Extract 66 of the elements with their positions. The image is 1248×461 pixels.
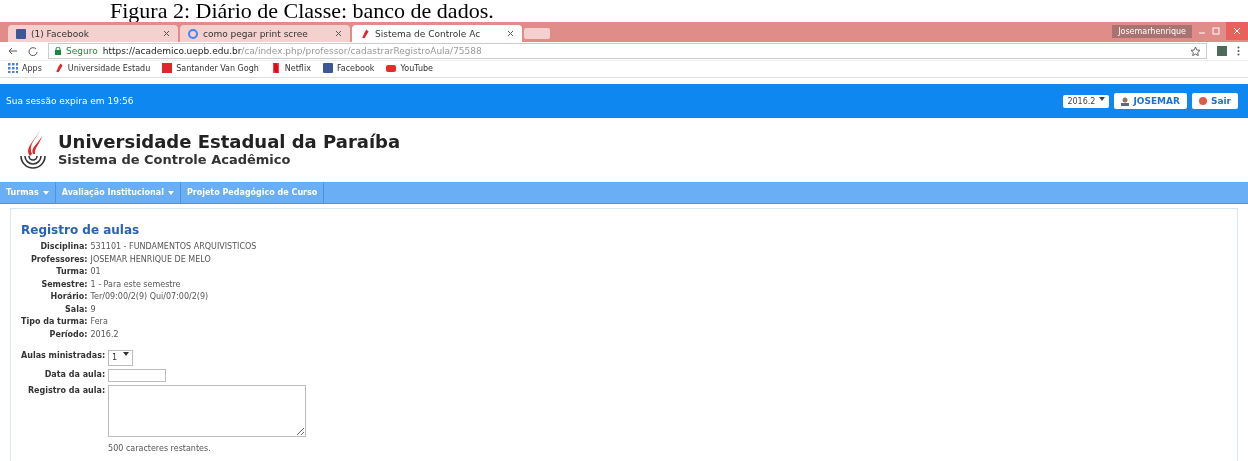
more-icon[interactable] bbox=[1237, 46, 1240, 56]
close-icon[interactable] bbox=[163, 30, 170, 37]
grid-icon bbox=[8, 63, 18, 73]
detail-label: Período: bbox=[49, 328, 88, 340]
caret-icon bbox=[167, 190, 174, 195]
detail-label: Professores: bbox=[30, 253, 88, 265]
date-field[interactable] bbox=[108, 368, 167, 382]
bookmark-link[interactable]: Apps bbox=[8, 63, 42, 73]
logo-icon bbox=[162, 63, 173, 73]
square-icon bbox=[322, 63, 333, 73]
detail-label: Horário: bbox=[50, 291, 88, 303]
lessons-select[interactable]: 1 bbox=[108, 350, 134, 366]
session-text: Sua sessão expira em 19:56 bbox=[6, 96, 135, 106]
detail-label: Turma: bbox=[56, 266, 88, 278]
period-select[interactable]: 2016.2 bbox=[1063, 94, 1110, 108]
logout-button[interactable]: Sair bbox=[1191, 93, 1238, 109]
detail-label: Tipo da turma: bbox=[21, 316, 88, 328]
logo-icon bbox=[53, 63, 64, 73]
detail-value: Fera bbox=[90, 316, 108, 328]
user-button[interactable]: JOSEMAR bbox=[1114, 93, 1187, 109]
profile-name[interactable]: Josemarhenrique bbox=[1112, 24, 1192, 38]
bookmark-link[interactable]: Santander Van Gogh bbox=[162, 63, 259, 73]
form-label: Data da aula: bbox=[44, 368, 106, 380]
detail-value: JOSEMAR HENRIQUE DE MELO bbox=[90, 253, 211, 265]
browser-tab[interactable]: como pegar print scree bbox=[180, 25, 350, 42]
square-icon bbox=[16, 28, 26, 39]
back-icon[interactable] bbox=[8, 46, 18, 56]
address-bar[interactable]: Seguro https://academico.uepb.edu.br/ca/index.php/professor/cadastrarRegistroAula/75588 bbox=[48, 43, 1207, 59]
form-label: Aulas ministradas: bbox=[21, 350, 106, 362]
close-icon[interactable] bbox=[1226, 22, 1248, 40]
detail-label: Semestre: bbox=[41, 278, 88, 290]
detail-value: 01 bbox=[90, 266, 101, 278]
figure-caption: Figura 2: Diário de Classe: banco de dados. bbox=[109, 0, 495, 22]
browser-tab[interactable]: Sistema de Controle Ac bbox=[352, 25, 522, 42]
detail-value: 1 - Para este semestre bbox=[90, 278, 181, 290]
detail-value: 9 bbox=[90, 303, 96, 315]
detail-value: Ter/09:00/2(9) Qui/07:00/2(9) bbox=[90, 291, 209, 303]
detail-value: 2016.2 bbox=[90, 328, 119, 340]
reload-icon[interactable] bbox=[28, 46, 38, 56]
bookmark-link[interactable]: YouTube bbox=[386, 63, 433, 73]
caret-icon bbox=[42, 190, 49, 195]
detail-value: 531101 - FUNDAMENTOS ARQUIVISTICOS bbox=[90, 241, 257, 253]
secure-label: Seguro bbox=[66, 46, 98, 56]
lock-icon bbox=[55, 47, 61, 55]
user-icon bbox=[1121, 96, 1130, 106]
logo-icon bbox=[360, 28, 370, 39]
browser-tab[interactable]: (1) Facebook bbox=[8, 25, 178, 42]
close-icon[interactable] bbox=[335, 30, 342, 37]
university-title: Universidade Estadual da Paraíba bbox=[58, 131, 401, 152]
star-icon[interactable] bbox=[1191, 46, 1200, 56]
detail-label: Disciplina: bbox=[40, 241, 88, 253]
bookmark-link[interactable]: Netflix bbox=[270, 63, 311, 73]
section-title: Registro de aulas bbox=[21, 223, 141, 237]
form-label: Registro da aula: bbox=[27, 384, 106, 396]
caret-icon bbox=[1099, 96, 1106, 101]
url-text: https://academico.uepb.edu.br/ca/index.php/professor/cadastrarRegistroAula/75588 bbox=[102, 46, 482, 56]
power-icon bbox=[1198, 97, 1207, 105]
characters-remaining: 500 caracteres restantes. bbox=[108, 443, 212, 455]
ring-icon bbox=[188, 28, 198, 39]
play-icon bbox=[386, 63, 397, 73]
system-subtitle: Sistema de Controle Acadêmico bbox=[58, 152, 292, 167]
bookmark-link[interactable]: Facebook bbox=[322, 63, 375, 73]
bookmark-link[interactable]: Universidade Estadu bbox=[53, 63, 151, 73]
detail-label: Sala: bbox=[65, 303, 88, 315]
close-icon[interactable] bbox=[507, 30, 514, 37]
caret-icon bbox=[123, 352, 130, 356]
